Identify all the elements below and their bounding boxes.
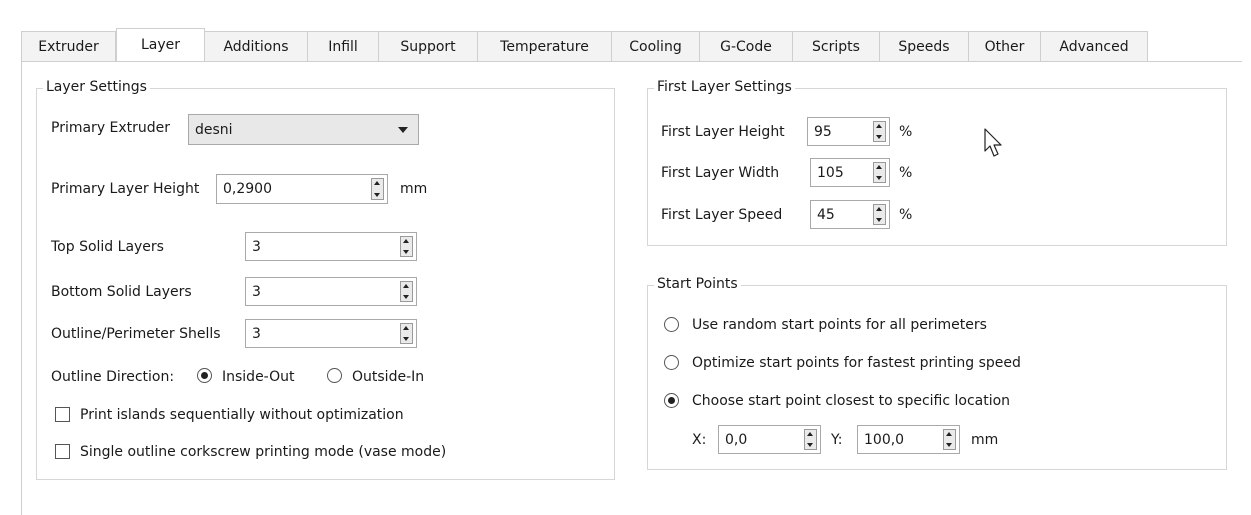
x-coordinate-value: 0,0 [725, 431, 748, 448]
y-coordinate-spinbox[interactable]: 100,0 [857, 425, 960, 454]
x-label: X: [692, 432, 707, 448]
tab-label: Additions [223, 38, 289, 55]
first-layer-width-spinbox[interactable]: 105 [810, 158, 890, 187]
top-solid-layers-value: 3 [252, 238, 261, 255]
mouse-pointer-icon [984, 128, 1002, 157]
bottom-solid-layers-label: Bottom Solid Layers [51, 284, 192, 300]
tab-label: Advanced [1059, 38, 1129, 55]
first-layer-height-spinbox[interactable]: 95 [807, 117, 890, 146]
closest-start-label: Choose start point closest to specific l… [692, 393, 1011, 409]
primary-layer-height-unit: mm [400, 181, 428, 197]
first-layer-height-value: 95 [814, 123, 832, 140]
spin-arrows-icon[interactable] [873, 121, 886, 142]
spin-arrows-icon[interactable] [400, 236, 413, 257]
primary-layer-height-label: Primary Layer Height [51, 181, 200, 197]
tab-label: G-Code [720, 38, 772, 55]
tab-label: Extruder [38, 38, 99, 55]
first-layer-speed-spinbox[interactable]: 45 [810, 200, 890, 229]
first-layer-width-unit: % [899, 165, 913, 181]
tab-speeds[interactable]: Speeds [880, 31, 969, 61]
primary-layer-height-value: 0,2900 [223, 181, 272, 197]
spin-arrows-icon[interactable] [400, 323, 413, 344]
first-layer-speed-label: First Layer Speed [661, 207, 783, 223]
optimize-start-radio[interactable] [664, 355, 679, 370]
outline-shells-label: Outline/Perimeter Shells [51, 326, 221, 342]
bottom-solid-layers-value: 3 [252, 283, 261, 300]
tab-label: Scripts [812, 38, 860, 55]
primary-extruder-select[interactable]: desni [188, 114, 419, 145]
spin-arrows-icon[interactable] [400, 281, 413, 302]
y-label: Y: [831, 432, 843, 448]
x-coordinate-spinbox[interactable]: 0,0 [718, 425, 821, 454]
first-layer-speed-unit: % [899, 207, 913, 223]
outside-in-label: Outside-In [352, 369, 425, 385]
tab-label: Infill [328, 38, 358, 55]
tab-label: Temperature [500, 38, 589, 55]
top-solid-layers-label: Top Solid Layers [51, 239, 164, 255]
closest-start-radio[interactable] [664, 393, 679, 408]
vase-mode-checkbox[interactable] [55, 444, 70, 459]
random-start-radio[interactable] [664, 317, 679, 332]
inside-out-label: Inside-Out [222, 369, 295, 385]
tab-label: Cooling [629, 38, 682, 55]
print-islands-checkbox[interactable] [55, 407, 70, 422]
outside-in-radio[interactable] [327, 368, 342, 383]
random-start-label: Use random start points for all perimete… [692, 317, 987, 333]
outline-shells-value: 3 [252, 325, 261, 342]
tab-extruder[interactable]: Extruder [21, 31, 116, 61]
tab-label: Layer [140, 37, 181, 53]
first-layer-height-unit: % [899, 124, 913, 140]
y-coordinate-value: 100,0 [864, 431, 905, 448]
tab-support[interactable]: Support [379, 31, 478, 61]
tab-scripts[interactable]: Scripts [793, 31, 880, 61]
first-layer-width-value: 105 [817, 164, 844, 181]
primary-layer-height-spinbox[interactable]: 0,2900 [216, 174, 388, 204]
spin-arrows-icon[interactable] [371, 178, 384, 200]
vase-mode-label: Single outline corkscrew printing mode (… [80, 444, 447, 460]
tab-infill[interactable]: Infill [308, 31, 379, 61]
tab-layer[interactable]: Layer [116, 28, 205, 61]
first-layer-width-label: First Layer Width [661, 165, 780, 181]
layer-settings-title: Layer Settings [43, 79, 150, 95]
spin-arrows-icon[interactable] [943, 429, 956, 450]
tab-cooling[interactable]: Cooling [612, 31, 700, 61]
spin-arrows-icon[interactable] [873, 162, 886, 183]
start-points-title: Start Points [654, 276, 741, 292]
tab-gcode[interactable]: G-Code [700, 31, 793, 61]
first-layer-settings-title: First Layer Settings [654, 79, 795, 95]
outline-direction-label: Outline Direction: [51, 369, 175, 385]
start-point-unit: mm [971, 432, 999, 448]
tab-advanced[interactable]: Advanced [1041, 31, 1148, 61]
print-islands-label: Print islands sequentially without optim… [80, 407, 404, 423]
tab-label: Speeds [898, 38, 950, 55]
spin-arrows-icon[interactable] [873, 204, 886, 225]
optimize-start-label: Optimize start points for fastest printi… [692, 355, 1021, 371]
top-solid-layers-spinbox[interactable]: 3 [245, 232, 417, 261]
tab-bar: Extruder Layer Additions Infill Support … [21, 28, 1148, 61]
first-layer-speed-value: 45 [817, 206, 835, 223]
spin-arrows-icon[interactable] [804, 429, 817, 450]
first-layer-height-label: First Layer Height [661, 124, 785, 140]
tab-other[interactable]: Other [969, 31, 1041, 61]
tab-label: Other [984, 38, 1025, 55]
primary-extruder-value: desni [195, 121, 233, 138]
outline-shells-spinbox[interactable]: 3 [245, 319, 417, 348]
chevron-down-icon [398, 126, 408, 133]
inside-out-radio[interactable] [197, 368, 212, 383]
tab-label: Support [400, 38, 456, 55]
tab-temperature[interactable]: Temperature [478, 31, 612, 61]
bottom-solid-layers-spinbox[interactable]: 3 [245, 277, 417, 306]
tab-additions[interactable]: Additions [205, 31, 308, 61]
primary-extruder-label: Primary Extruder [51, 120, 171, 136]
